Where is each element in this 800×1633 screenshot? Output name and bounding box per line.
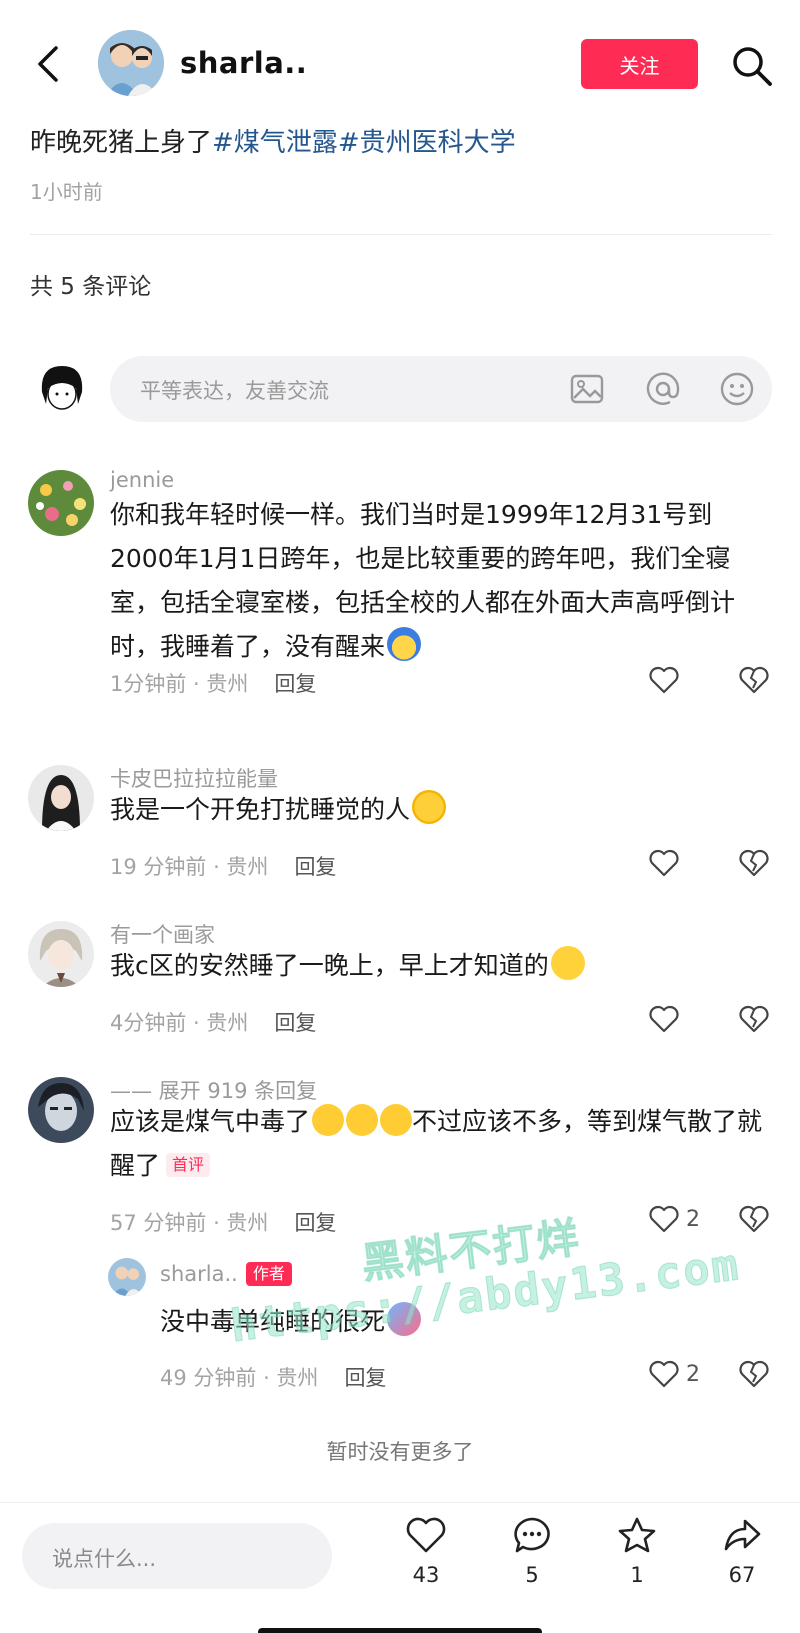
comment-input-placeholder: 平等表达，友善交流 [140,379,329,403]
share-count: 67 [728,1563,756,1587]
comment-input-row: 平等表达，友善交流 [0,350,800,430]
comment-input[interactable]: 平等表达，友善交流 [110,356,772,422]
search-button[interactable] [728,42,776,90]
like-button[interactable] [648,1003,680,1035]
like-count: 2 [686,1361,700,1387]
author-avatar[interactable] [98,30,164,96]
divider [30,234,772,235]
emoji-icon [550,946,585,980]
comment-body: 应该是煤气中毒了 [110,1107,311,1136]
comment-bubble-icon [514,1517,550,1553]
heart-icon [406,1517,446,1553]
emoji-icon [387,627,422,661]
commenter-avatar[interactable] [28,1077,94,1143]
like-count: 2 [686,1206,700,1232]
crying-emoji-icon [312,1104,345,1136]
reply-text: 没中毒单纯睡的很死 [160,1300,760,1344]
heart-icon [649,1005,679,1033]
comment-meta: 19 分钟前 · 贵州 回复 [110,851,336,881]
commenter-avatar[interactable] [28,765,94,831]
post-time: 1小时前 [30,180,103,204]
crying-emoji-icon [346,1104,379,1136]
comment-body: 我是一个开免打扰睡觉的人 [110,795,411,824]
commenter-avatar[interactable] [28,470,94,536]
comment-meta: 4分钟前 · 贵州 回复 [110,1007,316,1037]
author-reply-avatar[interactable] [108,1258,146,1296]
mention-icon[interactable] [644,370,682,408]
star-icon [618,1517,656,1553]
comment-count-title: 共 5 条评论 [30,274,152,300]
heart-icon [649,1205,679,1233]
reply-time-location: 49 分钟前 · 贵州 [160,1366,319,1390]
reply-button[interactable]: 回复 [294,855,336,879]
broken-heart-icon[interactable] [738,1203,770,1235]
heart-icon [649,666,679,694]
first-comment-badge: 首评 [166,1153,211,1177]
reply-author: sharla.. 作者 [160,1262,292,1286]
like-button[interactable]: 2 [648,1203,700,1235]
top-bar: sharla.. 关注 [0,0,800,120]
commenter-name[interactable]: jennie [110,468,174,492]
like-button[interactable]: 2 [648,1358,700,1390]
comment-time-location: 19 分钟前 · 贵州 [110,855,269,879]
home-indicator [258,1628,542,1633]
comment-meta: 1分钟前 · 贵州 回复 [110,668,316,698]
search-icon [733,47,772,86]
comment-text: 我是一个开免打扰睡觉的人 [110,788,770,832]
broken-heart-icon[interactable] [738,1003,770,1035]
comment-count: 5 [525,1563,539,1587]
reply-meta: 49 分钟前 · 贵州 回复 [160,1362,386,1392]
say-something-input[interactable]: 说点什么... [22,1523,332,1589]
comment-meta: 57 分钟前 · 贵州 回复 [110,1207,336,1237]
heart-icon [649,1360,679,1388]
favorite-count: 1 [630,1563,644,1587]
broken-heart-icon[interactable] [738,1358,770,1390]
emoji-icon [412,790,447,824]
image-icon[interactable] [568,370,606,408]
comment-time-location: 57 分钟前 · 贵州 [110,1211,269,1235]
like-button[interactable] [648,664,680,696]
like-button[interactable] [648,847,680,879]
reply-button[interactable]: 回复 [274,672,316,696]
emoji-icon[interactable] [718,370,756,408]
share-action[interactable]: 67 [702,1515,782,1587]
reply-body: 没中毒单纯睡的很死 [160,1307,386,1336]
broken-heart-icon[interactable] [738,847,770,879]
reply-button[interactable]: 回复 [294,1211,336,1235]
like-count: 43 [412,1563,440,1587]
author-name[interactable]: sharla.. [180,46,307,80]
say-something-placeholder: 说点什么... [52,1547,157,1571]
comment-action[interactable]: 5 [492,1515,572,1587]
share-arrow-icon [724,1519,761,1551]
follow-button[interactable]: 关注 [581,39,698,89]
comment-text: 你和我年轻时候一样。我们当时是1999年12月31号到2000年1月1日跨年，也… [110,493,770,669]
comment-time-location: 4分钟前 · 贵州 [110,1011,249,1035]
comment-text: 应该是煤气中毒了 不过应该不多，等到煤气散了就醒了 首评 [110,1100,770,1188]
favorite-action[interactable]: 1 [597,1515,677,1587]
no-more-text: 暂时没有更多了 [326,1440,474,1464]
back-button[interactable] [28,40,68,88]
bottom-bar: 说点什么... 43 5 1 67 [0,1502,800,1633]
comment-time-location: 1分钟前 · 贵州 [110,672,249,696]
hashtag-university[interactable]: #贵州医科大学 [338,128,516,158]
reply-button[interactable]: 回复 [344,1366,386,1390]
reply-author-name[interactable]: sharla.. [160,1262,238,1286]
my-avatar [36,362,88,414]
like-action[interactable]: 43 [386,1515,466,1587]
chevron-left-icon [38,46,58,82]
hashtag-gas-leak[interactable]: #煤气泄露 [212,128,338,158]
heart-icon [649,849,679,877]
comment-body: 你和我年轻时候一样。我们当时是1999年12月31号到2000年1月1日跨年，也… [110,500,736,661]
watermark-line1: 黑料不打烊 [358,1212,584,1288]
reply-button[interactable]: 回复 [274,1011,316,1035]
post-text: 昨晚死猪上身了 [30,128,213,158]
emoji-icon [387,1302,422,1336]
post-caption: 昨晚死猪上身了#煤气泄露#贵州医科大学 [30,122,516,159]
comment-text: 我c区的安然睡了一晚上，早上才知道的 [110,944,770,988]
comment-body: 我c区的安然睡了一晚上，早上才知道的 [110,951,549,980]
author-badge: 作者 [245,1262,292,1286]
crying-emoji-icon [380,1104,413,1136]
broken-heart-icon[interactable] [738,664,770,696]
commenter-avatar[interactable] [28,921,94,987]
